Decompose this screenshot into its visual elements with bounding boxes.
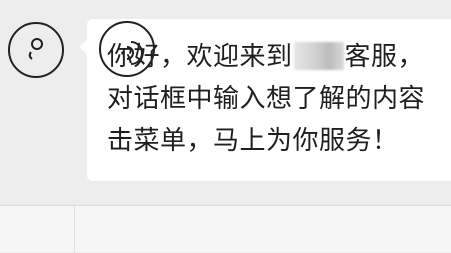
voice-icon [121, 41, 143, 65]
redacted-name [293, 42, 344, 70]
menu-toggle-icon [28, 38, 43, 60]
message-line-2: 对话框中输入想了解的内容 [107, 84, 426, 114]
voice-input-button[interactable] [99, 21, 155, 77]
toolbar-divider [74, 206, 75, 253]
bubble-tail [79, 39, 88, 55]
menu-toggle-button[interactable] [8, 22, 64, 78]
message-line-1-end: 客服， [344, 42, 425, 72]
input-toolbar [0, 205, 451, 253]
chat-area: 你好，欢迎来到 客服， 对话框中输入想了解的内容 击菜单，马上为你服务！ [0, 0, 451, 205]
message-line-3: 击菜单，马上为你服务！ [107, 126, 399, 156]
